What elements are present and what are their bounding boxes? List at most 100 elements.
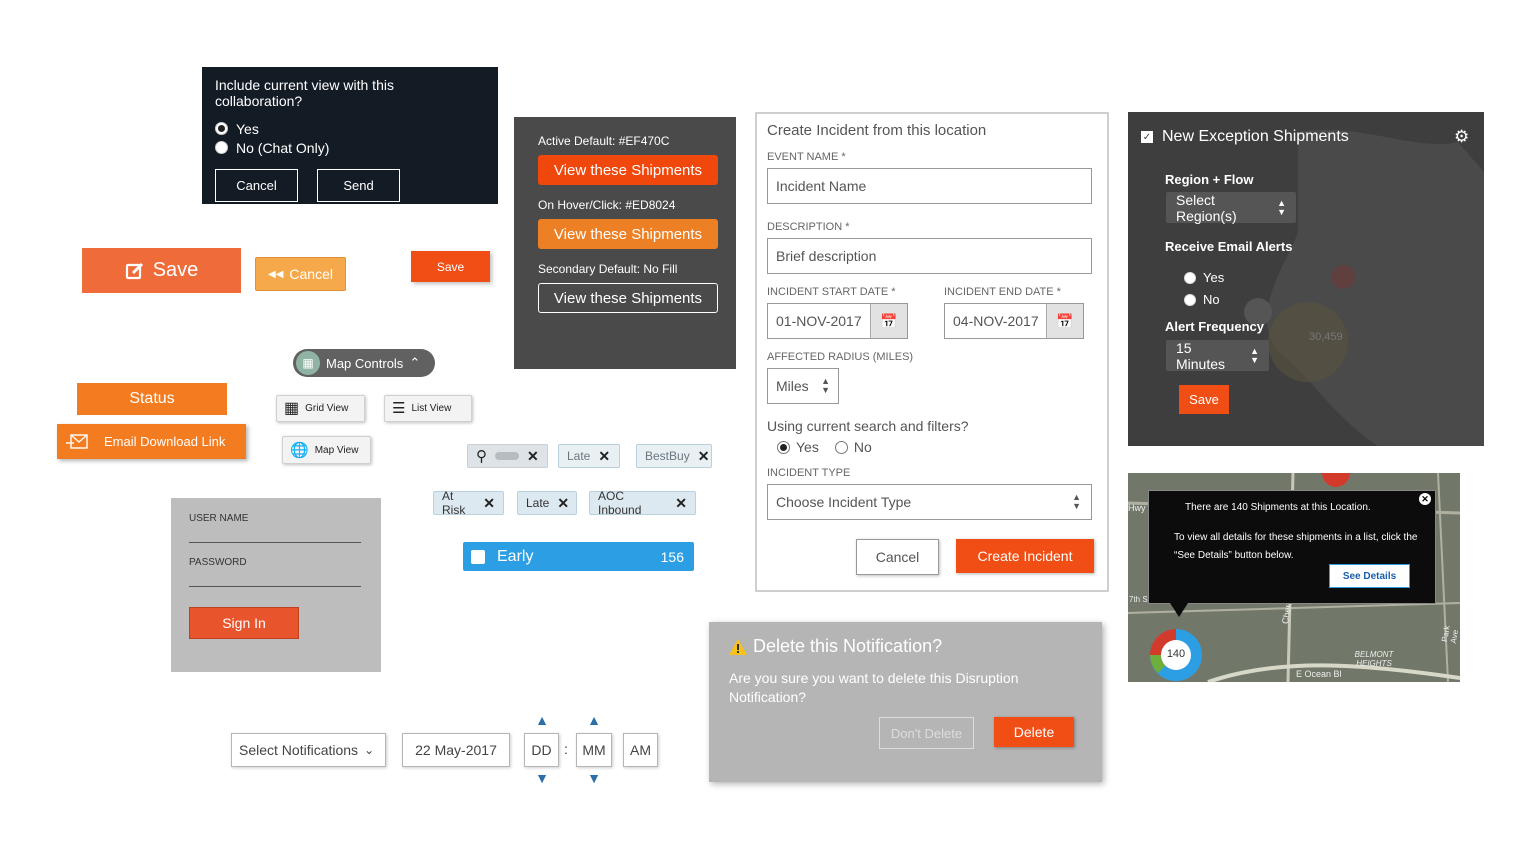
close-icon[interactable]: ✕: [527, 448, 539, 465]
chip-bestbuy[interactable]: BestBuy ✕: [636, 444, 712, 468]
view-shipments-button-secondary[interactable]: View these Shipments: [538, 283, 718, 313]
delete-button[interactable]: Delete: [994, 717, 1074, 747]
alert-frequency-select[interactable]: 15 Minutes ▲ ▼: [1166, 340, 1269, 372]
send-button[interactable]: Send: [317, 169, 400, 202]
close-icon[interactable]: ✕: [675, 495, 687, 512]
incident-type-select[interactable]: Choose Incident Type ▲ ▼: [767, 484, 1092, 520]
tooltip-pointer: [1170, 603, 1188, 617]
shipments-button-panel: Active Default: #EF470C View these Shipm…: [514, 117, 736, 369]
cancel-button[interactable]: Cancel: [856, 539, 939, 575]
dont-delete-button[interactable]: Don't Delete: [879, 717, 974, 749]
checkbox[interactable]: [471, 549, 485, 564]
email-no-radio[interactable]: No: [1184, 292, 1220, 307]
date-field[interactable]: 22 May-2017: [402, 733, 510, 767]
radio-no[interactable]: No (Chat Only): [215, 138, 485, 157]
password-field[interactable]: [189, 572, 361, 587]
day-field[interactable]: DD: [524, 733, 559, 767]
map-controls-toggle[interactable]: ▦ Map Controls ⌃: [293, 349, 435, 377]
radio-icon[interactable]: [215, 122, 228, 135]
radio-no-icon[interactable]: [834, 440, 848, 454]
active-default-label: Active Default: #EF470C: [538, 134, 670, 148]
radio-icon[interactable]: [1184, 293, 1196, 306]
region-select-value: Select Region(s): [1176, 191, 1237, 224]
delete-dialog-body: Are you sure you want to delete this Dis…: [729, 670, 1019, 705]
chevron-up-icon[interactable]: ▲: [576, 712, 612, 728]
select-notifications-dropdown[interactable]: Select Notifications ⌄: [231, 733, 386, 767]
tooltip-line2: To view all details for these shipments …: [1174, 532, 1418, 561]
see-details-button[interactable]: See Details: [1329, 564, 1410, 588]
create-incident-button[interactable]: Create Incident: [956, 539, 1094, 573]
event-name-input[interactable]: Incident Name: [767, 168, 1092, 204]
search-chip[interactable]: ⚲ ✕: [467, 444, 548, 468]
chevron-down-icon[interactable]: ▼: [524, 770, 560, 786]
end-date-value: 04-NOV-2017: [953, 313, 1039, 329]
chip-at-risk[interactable]: At Risk ✕: [433, 489, 504, 517]
map-view-button[interactable]: 🌐 Map View: [282, 436, 371, 464]
view-shipments-button-hover[interactable]: View these Shipments: [538, 219, 718, 249]
chip-late[interactable]: Late ✕: [558, 444, 620, 468]
neighborhood-label: BELMONT HEIGHTS: [1354, 650, 1394, 668]
street-label: Park Ave: [1440, 624, 1460, 645]
description-input[interactable]: Brief description: [767, 238, 1092, 274]
close-icon[interactable]: ✕: [698, 448, 710, 465]
username-field[interactable]: [189, 528, 361, 543]
radio-yes-icon[interactable]: [777, 440, 790, 454]
save-button-small[interactable]: Save: [411, 251, 490, 282]
early-filter-bar[interactable]: Early 156: [463, 542, 694, 571]
start-date-value: 01-NOV-2017: [776, 313, 862, 329]
chip-label: AOC Inbound: [598, 489, 642, 517]
globe-icon: 🌐: [290, 441, 309, 459]
radio-yes-label: Yes: [796, 439, 819, 455]
radio-icon[interactable]: [1184, 271, 1196, 284]
sort-icon: ▲ ▼: [1250, 345, 1259, 365]
chip-aoc-inbound[interactable]: AOC Inbound ✕: [589, 489, 696, 517]
radius-select[interactable]: Miles ▲ ▼: [767, 368, 839, 404]
map-cluster-count: 30,459: [1309, 331, 1343, 343]
radio-yes[interactable]: Yes: [215, 119, 485, 138]
checkbox-icon[interactable]: ✓: [1141, 131, 1153, 143]
radio-icon[interactable]: [215, 141, 228, 154]
collaboration-question: Include current view with this collabora…: [215, 77, 394, 109]
tooltip-line1: There are 140 Shipments at this Location…: [1185, 502, 1371, 513]
chip-late-active[interactable]: Late ✕: [517, 491, 577, 515]
cancel-button[interactable]: Cancel: [215, 169, 298, 202]
view-shipments-button-active[interactable]: View these Shipments: [538, 155, 718, 185]
start-date-input[interactable]: 01-NOV-2017 📅: [767, 303, 908, 339]
time-separator: :: [564, 741, 568, 757]
select-notifications-label: Select Notifications: [239, 742, 359, 758]
close-icon[interactable]: ✕: [483, 495, 495, 512]
delete-notification-dialog: Delete this Notification? Are you sure y…: [709, 622, 1102, 782]
filters-question: Using current search and filters?: [767, 418, 969, 434]
list-view-button[interactable]: ☰ List View: [384, 395, 472, 422]
grid-view-button[interactable]: ▦ Grid View: [276, 395, 365, 422]
gear-icon[interactable]: ⚙: [1454, 127, 1469, 147]
email-download-label: Email Download Link: [104, 434, 226, 449]
grid-icon: ▦: [284, 399, 300, 417]
alert-frequency-label: Alert Frequency: [1165, 319, 1264, 334]
email-download-link-button[interactable]: Email Download Link: [57, 424, 246, 459]
exception-header: ✓ New Exception Shipments: [1141, 128, 1349, 146]
save-button-large[interactable]: Save: [82, 248, 241, 293]
chevron-down-icon[interactable]: ▼: [576, 770, 612, 786]
calendar-icon[interactable]: 📅: [1046, 304, 1083, 338]
save-button[interactable]: Save: [1179, 385, 1229, 414]
chevron-up-icon[interactable]: ▲: [524, 712, 560, 728]
close-icon[interactable]: ✕: [1419, 493, 1431, 505]
sign-in-button[interactable]: Sign In: [189, 607, 299, 639]
close-icon[interactable]: ✕: [598, 448, 610, 465]
region-select[interactable]: Select Region(s) ▲ ▼: [1166, 191, 1296, 224]
map-icon: ▦: [296, 351, 320, 375]
hover-label: On Hover/Click: #ED8024: [538, 198, 676, 212]
ampm-field[interactable]: AM: [623, 733, 658, 767]
status-button[interactable]: Status: [77, 383, 227, 415]
month-field[interactable]: MM: [576, 733, 612, 767]
chevron-up-icon: ⌃: [409, 355, 421, 370]
cancel-button-orange[interactable]: ◀◀ Cancel: [255, 257, 346, 291]
close-icon[interactable]: ✕: [557, 495, 569, 512]
cluster-count[interactable]: 140: [1162, 648, 1190, 660]
street-label: 7th St: [1129, 595, 1150, 604]
calendar-icon[interactable]: 📅: [870, 304, 907, 338]
email-yes-radio[interactable]: Yes: [1184, 270, 1224, 285]
end-date-input[interactable]: 04-NOV-2017 📅: [944, 303, 1084, 339]
exception-title: New Exception Shipments: [1162, 128, 1349, 145]
